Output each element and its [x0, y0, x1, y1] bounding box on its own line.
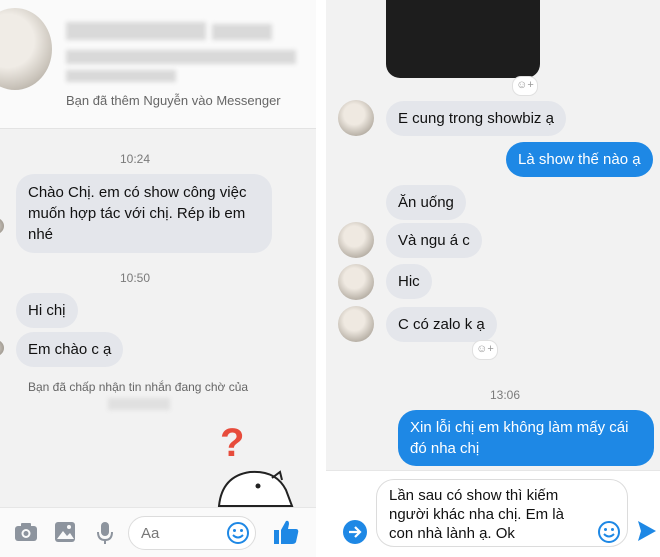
arrow-right-icon[interactable]: [342, 519, 368, 545]
emoji-icon[interactable]: [598, 521, 620, 543]
sender-avatar: [0, 340, 4, 356]
message-line: đó nha chị: [410, 440, 480, 457]
message-bubble-in[interactable]: Hi chị: [16, 293, 78, 328]
message-input[interactable]: Aa: [128, 516, 256, 550]
message-bubble-in[interactable]: Em chào c ạ: [16, 332, 124, 367]
timestamp: 13:06: [490, 388, 521, 402]
sender-avatar: [0, 218, 4, 234]
message-bubble-out[interactable]: Xin lỗi chị em không làm mấy cái đó nha …: [398, 410, 654, 466]
timestamp: 10:24: [120, 152, 151, 166]
reaction-add-icon[interactable]: ☺+: [472, 340, 498, 360]
blurred-name: [108, 398, 170, 410]
sender-avatar[interactable]: [338, 264, 374, 300]
message-text: Em chào c ạ: [28, 341, 112, 358]
image-icon[interactable]: [54, 521, 76, 543]
message-input[interactable]: Lần sau có show thì kiếm người khác nha …: [376, 479, 628, 547]
timestamp: 10:50: [120, 271, 151, 285]
camera-icon[interactable]: [14, 521, 38, 543]
composer-bar: Lần sau có show thì kiếm người khác nha …: [326, 470, 660, 557]
message-text: C có zalo k ạ: [398, 316, 485, 333]
blurred-name: [66, 22, 206, 40]
blurred-subtitle: [66, 70, 176, 82]
panel-divider: [316, 0, 326, 557]
system-notice: Bạn đã chấp nhận tin nhắn đang chờ của: [28, 380, 249, 394]
message-text: Và ngu á c: [398, 232, 470, 249]
blurred-name-part: [212, 24, 272, 40]
reaction-add-icon[interactable]: ☺+: [512, 76, 538, 96]
svg-text:?: ?: [220, 421, 244, 465]
message-text: E cung trong showbiz ạ: [398, 110, 554, 127]
message-bubble-out[interactable]: Là show thế nào ạ: [506, 142, 653, 177]
profile-card: Bạn đã thêm Nguyễn vào Messenger: [0, 0, 316, 129]
message-bubble-in[interactable]: Ăn uống: [386, 185, 466, 220]
profile-avatar[interactable]: [0, 8, 52, 90]
message-bubble-in[interactable]: Hic: [386, 264, 432, 299]
right-chat-panel: ☺+ E cung trong showbiz ạ Là show thế nà…: [326, 0, 660, 557]
message-bubble-in[interactable]: Chào Chị. em có show công việc muốn hợp …: [16, 174, 272, 253]
sender-avatar[interactable]: [338, 222, 374, 258]
message-text: Hi chị: [28, 302, 66, 319]
draft-line: Lần sau có show thì kiếm: [389, 487, 559, 504]
composer-bar: Aa: [0, 507, 316, 557]
draft-line: con nhà lành ạ. Ok: [389, 525, 515, 542]
message-line: muốn hợp tác với chị. Rép ib em: [28, 205, 246, 222]
message-line: Xin lỗi chị em không làm mấy cái: [410, 419, 629, 436]
message-bubble-in[interactable]: E cung trong showbiz ạ: [386, 101, 566, 136]
sender-avatar[interactable]: [338, 100, 374, 136]
message-text: Là show thế nào ạ: [518, 151, 641, 168]
message-text: Hic: [398, 273, 420, 290]
left-chat-panel: Bạn đã thêm Nguyễn vào Messenger 10:24 C…: [0, 0, 316, 557]
sender-avatar[interactable]: [338, 306, 374, 342]
message-text: Ăn uống: [398, 194, 454, 211]
microphone-icon[interactable]: [96, 521, 114, 545]
message-line: Chào Chị. em có show công việc: [28, 184, 247, 201]
input-placeholder: Aa: [141, 525, 160, 542]
shared-media-preview[interactable]: [386, 0, 540, 78]
message-bubble-in[interactable]: Và ngu á c: [386, 223, 482, 258]
sticker-question-chick[interactable]: ?: [214, 420, 294, 508]
thumbs-up-icon[interactable]: [272, 518, 300, 546]
added-notice: Bạn đã thêm Nguyễn vào Messenger: [66, 93, 281, 108]
blurred-info: [66, 50, 296, 64]
message-bubble-in[interactable]: C có zalo k ạ: [386, 307, 497, 342]
draft-line: người khác nha chị. Em là: [389, 506, 564, 523]
send-icon[interactable]: [636, 519, 658, 543]
emoji-icon[interactable]: [227, 522, 249, 544]
message-line: nhé: [28, 226, 54, 243]
